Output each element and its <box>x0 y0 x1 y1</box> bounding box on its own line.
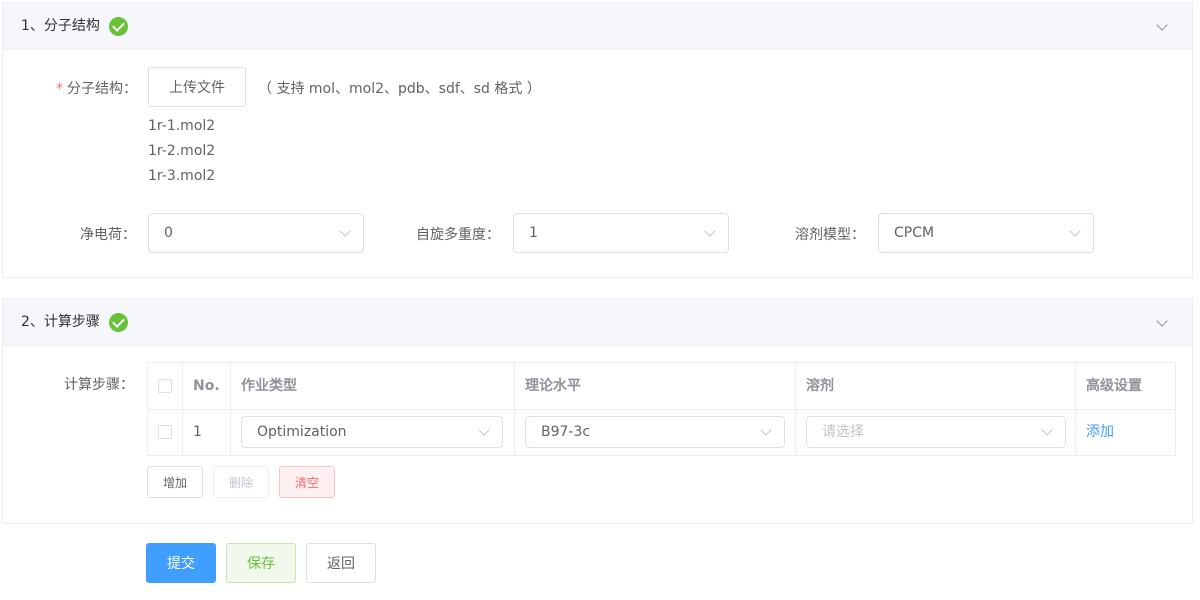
row-select-cell <box>148 410 183 456</box>
upload-file-button[interactable]: 上传文件 <box>148 67 246 107</box>
chevron-down-icon <box>704 225 716 237</box>
save-button[interactable]: 保存 <box>226 543 296 583</box>
header-no: No. <box>193 378 220 394</box>
solvent-select[interactable]: 请选择 <box>806 416 1066 448</box>
header-level: 理论水平 <box>525 378 581 394</box>
calculation-steps-header[interactable]: 2、计算步骤 <box>3 299 1192 346</box>
row-advanced-cell: 添加 <box>1076 410 1175 456</box>
job-type-select[interactable]: Optimization <box>241 416 503 448</box>
clear-steps-button[interactable]: 清空 <box>279 466 335 498</box>
check-circle-icon <box>109 17 128 36</box>
steps-table: No. 作业类型 理论水平 溶剂 高级设置 1 Optimization B97… <box>147 362 1176 456</box>
chevron-down-icon <box>1069 225 1081 237</box>
solvent-model-label: 溶剂模型： <box>795 227 865 243</box>
add-advanced-link[interactable]: 添加 <box>1086 410 1114 455</box>
row-job-type-cell: Optimization <box>231 410 515 456</box>
steps-label: 计算步骤： <box>64 377 134 393</box>
required-mark: * <box>56 81 63 97</box>
header-solvent: 溶剂 <box>806 378 834 394</box>
back-button[interactable]: 返回 <box>306 543 376 583</box>
charge-select[interactable]: 0 <box>148 213 364 253</box>
job-type-value: Optimization <box>257 424 347 440</box>
chevron-down-icon[interactable] <box>1156 19 1168 31</box>
file-item: 1r-2.mol2 <box>148 143 216 159</box>
chevron-down-icon <box>478 424 490 436</box>
file-item: 1r-1.mol2 <box>148 118 216 134</box>
row-checkbox[interactable] <box>158 425 172 439</box>
header-job-type-cell: 作业类型 <box>231 363 515 409</box>
header-no-cell: No. <box>183 363 231 409</box>
header-advanced: 高级设置 <box>1086 378 1142 394</box>
header-level-cell: 理论水平 <box>515 363 796 409</box>
header-job-type: 作业类型 <box>241 378 297 394</box>
header-advanced-cell: 高级设置 <box>1076 363 1175 409</box>
header-select-cell <box>148 363 183 409</box>
structure-label: * 分子结构： <box>56 78 137 98</box>
row-no-cell: 1 <box>183 410 231 456</box>
submit-button[interactable]: 提交 <box>146 543 216 583</box>
table-header-row: No. 作业类型 理论水平 溶剂 高级设置 <box>148 363 1175 410</box>
solvent-model-select-value: CPCM <box>894 225 935 241</box>
molecule-structure-title: 1、分子结构 <box>21 18 100 34</box>
spin-multiplicity-label: 自旋多重度： <box>416 227 500 243</box>
chevron-down-icon <box>339 225 351 237</box>
chevron-down-icon[interactable] <box>1156 315 1168 327</box>
file-item: 1r-3.mol2 <box>148 168 216 184</box>
row-level-cell: B97-3c <box>515 410 796 456</box>
level-value: B97-3c <box>541 424 591 440</box>
row-solvent-cell: 请选择 <box>796 410 1076 456</box>
calculation-steps-title: 2、计算步骤 <box>21 314 100 330</box>
add-step-button[interactable]: 增加 <box>147 466 203 498</box>
header-solvent-cell: 溶剂 <box>796 363 1076 409</box>
solvent-model-select[interactable]: CPCM <box>878 213 1094 253</box>
delete-step-button[interactable]: 删除 <box>213 466 269 498</box>
level-select[interactable]: B97-3c <box>525 416 785 448</box>
check-circle-icon <box>109 313 128 332</box>
spin-multiplicity-select[interactable]: 1 <box>513 213 729 253</box>
molecule-structure-panel: 1、分子结构 * 分子结构： 上传文件 （ 支持 mol、mol2、pdb、sdf… <box>2 2 1193 278</box>
spin-multiplicity-select-value: 1 <box>529 225 538 241</box>
molecule-structure-header[interactable]: 1、分子结构 <box>3 3 1192 50</box>
chevron-down-icon <box>760 424 772 436</box>
solvent-placeholder: 请选择 <box>822 424 864 440</box>
table-row: 1 Optimization B97-3c 请选择 添加 <box>148 410 1175 456</box>
upload-format-hint: （ 支持 mol、mol2、pdb、sdf、sd 格式 ） <box>258 81 541 97</box>
structure-label-text: 分子结构： <box>67 81 137 97</box>
row-no: 1 <box>193 424 202 440</box>
select-all-checkbox[interactable] <box>158 379 172 393</box>
chevron-down-icon <box>1041 424 1053 436</box>
charge-label: 净电荷： <box>80 227 136 243</box>
charge-select-value: 0 <box>164 225 173 241</box>
